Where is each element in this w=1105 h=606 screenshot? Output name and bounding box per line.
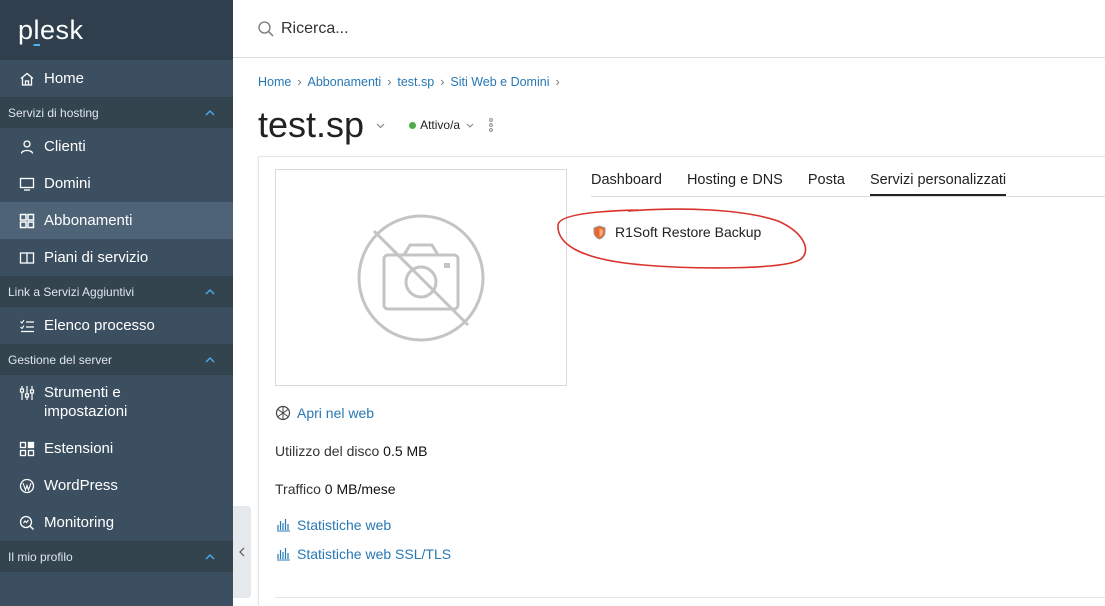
sidebar-item-monitoring[interactable]: Monitoring: [0, 504, 233, 541]
chevron-up-icon: [205, 551, 215, 563]
chevron-right-icon: ›: [440, 75, 445, 89]
sidebar-section-server[interactable]: Gestione del server: [0, 344, 233, 375]
sidebar-item-tools-settings[interactable]: Strumenti e impostazioni: [0, 375, 233, 430]
sidebar-item-home[interactable]: Home: [0, 60, 233, 97]
monitor-icon: [18, 175, 36, 193]
chevron-down-icon[interactable]: [376, 118, 385, 132]
breadcrumb-subscription[interactable]: test.sp: [397, 75, 434, 89]
sidebar-item-subscriptions[interactable]: Abbonamenti: [0, 202, 233, 239]
service-label: R1Soft Restore Backup: [615, 224, 762, 240]
status-dropdown[interactable]: Attivo/a: [409, 118, 474, 132]
status-dot: [409, 121, 417, 129]
sidebar-item-extensions[interactable]: Estensioni: [0, 430, 233, 467]
top-bar: [233, 0, 1105, 58]
chevron-right-icon: ›: [555, 75, 560, 89]
sidebar-item-clients[interactable]: Clienti: [0, 128, 233, 165]
sidebar-item-process-list[interactable]: Elenco processo: [0, 307, 233, 344]
sidebar-item-label: Home: [44, 70, 85, 87]
tab-mail[interactable]: Posta: [808, 172, 845, 196]
search-icon: [257, 20, 275, 38]
web-stats-ssl-label: Statistiche web SSL/TLS: [297, 546, 452, 562]
chevron-down-icon: [466, 120, 474, 131]
page-title[interactable]: test.sp: [258, 104, 364, 146]
chevron-left-icon: [239, 547, 245, 557]
breadcrumb: Home › Abbonamenti › test.sp › Siti Web …: [258, 75, 566, 89]
disk-usage-label: Utilizzo del disco: [275, 443, 380, 459]
site-preview: [275, 169, 567, 386]
grid-icon: [18, 212, 36, 230]
disk-usage-value: 0.5 MB: [383, 443, 428, 459]
globe-icon: [275, 405, 291, 421]
sliders-icon: [18, 384, 36, 402]
more-options-icon[interactable]: [488, 117, 494, 133]
sidebar-item-label: Abbonamenti: [44, 212, 133, 229]
traffic: Traffico 0 MB/mese: [275, 481, 396, 497]
sidebar: p l esk Home Servizi di hosting Clienti Do…: [0, 0, 233, 606]
section-label: Link a Servizi Aggiuntivi: [8, 284, 135, 299]
search-input[interactable]: [281, 19, 581, 38]
sidebar-section-links[interactable]: Link a Servizi Aggiuntivi: [0, 276, 233, 307]
web-stats-link[interactable]: Statistiche web: [275, 517, 391, 533]
sidebar-section-profile[interactable]: Il mio profilo: [0, 541, 233, 572]
chevron-up-icon: [205, 107, 215, 119]
sidebar-item-label: Estensioni: [44, 440, 114, 457]
checklist-icon: [18, 317, 36, 335]
user-icon: [18, 138, 36, 156]
chevron-right-icon: ›: [297, 75, 302, 89]
book-icon: [18, 249, 36, 267]
status-label: Attivo/a: [420, 118, 461, 132]
logo-text-a: p: [18, 14, 34, 45]
sidebar-item-label: Strumenti e impostazioni: [44, 383, 127, 421]
section-label: Il mio profilo: [8, 549, 73, 564]
sidebar-item-label: Clienti: [44, 138, 86, 155]
tab-hosting-dns[interactable]: Hosting e DNS: [687, 172, 783, 196]
plesk-logo[interactable]: p l esk: [0, 0, 233, 60]
section-label: Gestione del server: [8, 352, 113, 367]
monitoring-icon: [18, 514, 36, 532]
sidebar-item-wordpress[interactable]: WordPress: [0, 467, 233, 504]
bar-chart-icon: [275, 517, 291, 533]
sidebar-item-label: Domini: [44, 175, 91, 192]
tab-bar: Dashboard Hosting e DNS Posta Servizi pe…: [591, 172, 1105, 197]
home-icon: [18, 70, 36, 88]
disk-usage: Utilizzo del disco 0.5 MB: [275, 443, 428, 459]
breadcrumb-websites-domains[interactable]: Siti Web e Domini: [450, 75, 549, 89]
label-line-2: impostazioni: [44, 403, 128, 420]
no-screenshot-icon: [357, 214, 485, 341]
tab-custom-services[interactable]: Servizi personalizzati: [869, 172, 1007, 196]
web-stats-ssl-link[interactable]: Statistiche web SSL/TLS: [275, 546, 451, 562]
title-row: test.sp Attivo/a: [258, 104, 494, 146]
sidebar-collapse-button[interactable]: [233, 506, 251, 598]
sidebar-item-label: Piani di servizio: [44, 249, 149, 266]
sidebar-item-domains[interactable]: Domini: [0, 165, 233, 202]
divider: [275, 597, 1105, 598]
shield-icon: [592, 224, 607, 240]
sidebar-item-service-plans[interactable]: Piani di servizio: [0, 239, 233, 276]
breadcrumb-subscriptions[interactable]: Abbonamenti: [308, 75, 382, 89]
r1soft-restore-backup-link[interactable]: R1Soft Restore Backup: [592, 224, 761, 240]
section-label: Servizi di hosting: [8, 105, 99, 120]
traffic-label: Traffico: [275, 481, 321, 497]
web-stats-label: Statistiche web: [297, 517, 392, 533]
tab-dashboard[interactable]: Dashboard: [591, 172, 662, 196]
open-in-web-label: Apri nel web: [297, 405, 375, 421]
chevron-up-icon: [205, 286, 215, 298]
chevron-up-icon: [205, 354, 215, 366]
sidebar-section-hosting[interactable]: Servizi di hosting: [0, 97, 233, 128]
open-in-web-link[interactable]: Apri nel web: [275, 405, 374, 421]
sidebar-item-label: WordPress: [44, 477, 118, 494]
label-line-1: Strumenti e: [44, 384, 121, 401]
breadcrumb-home[interactable]: Home: [258, 75, 291, 89]
bar-chart-icon: [275, 546, 291, 562]
sidebar-item-label: Monitoring: [44, 514, 115, 531]
sidebar-item-label: Elenco processo: [44, 317, 155, 334]
logo-text-c: esk: [40, 14, 84, 45]
traffic-value: 0 MB/mese: [324, 481, 396, 497]
wordpress-icon: [18, 477, 36, 495]
extensions-icon: [18, 440, 36, 458]
chevron-right-icon: ›: [387, 75, 392, 89]
